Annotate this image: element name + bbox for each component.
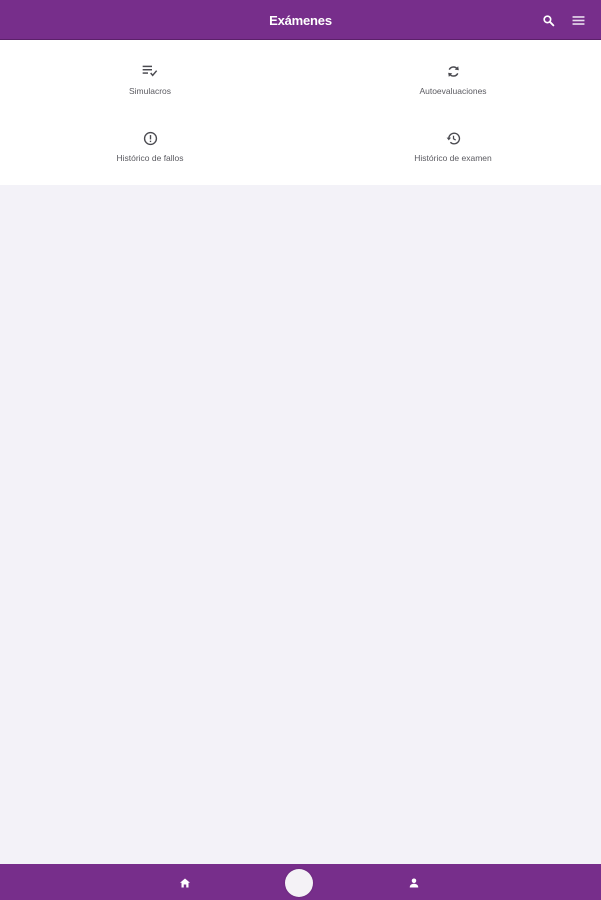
menu-item-label: Simulacros (128, 86, 172, 96)
menu-item-historico-examen[interactable]: Histórico de examen (303, 107, 601, 173)
alert-circle-icon (141, 129, 159, 147)
top-app-bar: Exámenes (0, 0, 601, 40)
menu-item-autoevaluaciones[interactable]: Autoevaluaciones (303, 40, 601, 106)
nav-home-button[interactable] (176, 874, 194, 892)
nav-profile-button[interactable] (405, 874, 423, 892)
bottom-navigation (0, 864, 601, 900)
search-icon (542, 14, 554, 26)
menu-item-simulacros[interactable]: Simulacros (0, 40, 300, 106)
nav-center-button[interactable] (285, 869, 313, 897)
menu-item-label: Autoevaluaciones (419, 86, 487, 96)
search-button[interactable] (538, 10, 558, 30)
user-icon (409, 878, 419, 888)
menu-button[interactable] (568, 10, 588, 30)
app-window: Exámenes Simulacros Autoevaluaciones His… (0, 0, 601, 900)
menu-item-label: Histórico de fallos (116, 153, 184, 163)
page-title: Exámenes (269, 13, 332, 28)
home-icon (180, 878, 190, 888)
checklist-icon (141, 62, 159, 80)
menu-item-historico-fallos[interactable]: Histórico de fallos (0, 107, 300, 173)
menu-icon (572, 15, 584, 25)
refresh-icon (444, 62, 462, 80)
menu-item-label: Histórico de examen (414, 153, 492, 163)
exam-menu-grid: Simulacros Autoevaluaciones Histórico de… (0, 40, 601, 185)
history-icon (444, 129, 462, 147)
